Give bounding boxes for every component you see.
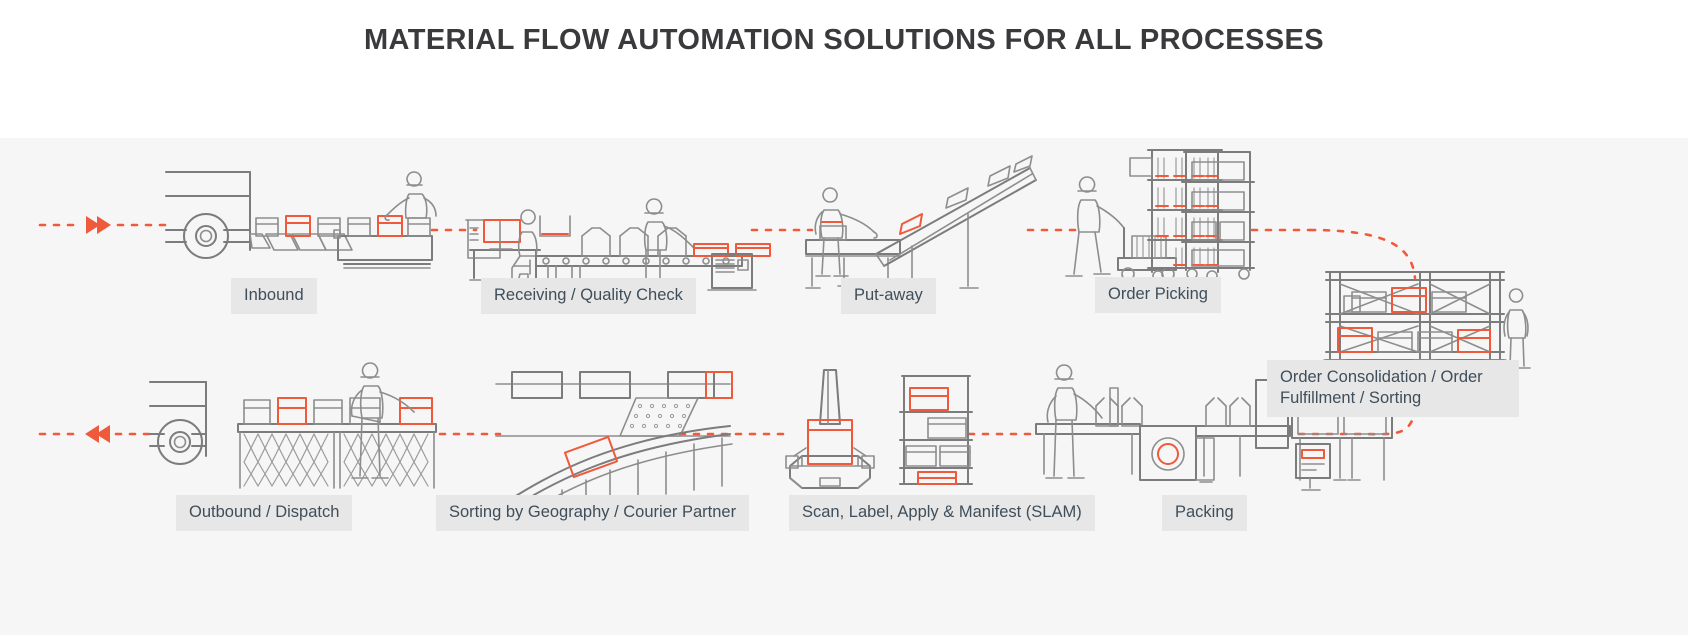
label-outbound: Outbound / Dispatch	[176, 495, 353, 531]
carton-highlight	[807, 419, 853, 465]
label-receiving: Receiving / Quality Check	[481, 278, 696, 314]
page-header: MATERIAL FLOW AUTOMATION SOLUTIONS FOR A…	[0, 0, 1688, 148]
diagram-panel: .ln{fill:none;stroke:#7c7c7c;stroke-widt…	[0, 138, 1688, 635]
box-highlight	[285, 215, 311, 237]
tote	[667, 371, 715, 399]
monitor-screen	[483, 219, 521, 250]
slam-illustration	[785, 369, 973, 489]
open-box	[619, 227, 649, 257]
tote-highlight	[909, 387, 949, 411]
tote	[927, 417, 967, 439]
open-box	[1121, 397, 1143, 427]
open-box	[1205, 397, 1227, 427]
worker-figure	[1503, 288, 1531, 369]
open-tote	[539, 215, 571, 237]
tote	[511, 371, 563, 399]
label-order-picking: Order Picking	[1095, 277, 1221, 313]
double-chevron-left-icon	[85, 425, 110, 443]
box	[987, 165, 1011, 187]
label-inbound: Inbound	[231, 278, 317, 314]
worker-figure	[384, 171, 437, 221]
page-title: MATERIAL FLOW AUTOMATION SOLUTIONS FOR A…	[363, 24, 1325, 56]
box	[1013, 155, 1033, 173]
worker-figure	[350, 362, 415, 479]
box	[407, 217, 431, 237]
box-highlight	[277, 397, 307, 425]
outbound-illustration	[149, 362, 437, 489]
label-packing: Packing	[1162, 495, 1247, 531]
receiving-illustration	[465, 198, 771, 291]
tote	[579, 371, 631, 399]
open-box	[1229, 397, 1251, 427]
open-box	[1095, 397, 1119, 427]
open-box	[657, 227, 687, 257]
double-chevron-right-icon	[86, 216, 111, 234]
label-slam: Scan, Label, Apply & Manifest (SLAM)	[789, 495, 1095, 531]
box	[349, 397, 381, 425]
pallet	[1431, 291, 1467, 313]
order-picking-illustration	[1065, 149, 1255, 282]
box-highlight	[399, 397, 433, 425]
box	[243, 399, 271, 425]
tote	[939, 445, 971, 467]
material-flow-diagram-page: MATERIAL FLOW AUTOMATION SOLUTIONS FOR A…	[0, 0, 1688, 635]
tote-highlight	[917, 471, 957, 485]
shelving-rack	[1129, 149, 1223, 282]
worker-figure	[1065, 176, 1125, 277]
open-box	[581, 227, 611, 257]
box-highlight	[377, 215, 403, 237]
tote	[905, 445, 937, 467]
shelving-unit	[899, 375, 973, 485]
label-putaway: Put-away	[841, 278, 936, 314]
box	[347, 217, 371, 237]
putaway-illustration	[805, 155, 1037, 289]
box	[313, 399, 343, 425]
inbound-illustration	[165, 171, 437, 269]
label-order-consolidation: Order Consolidation / Order Fulfillment …	[1267, 360, 1519, 417]
tote-highlight	[705, 371, 733, 399]
worker-figure	[1045, 364, 1103, 479]
order-consolidation-illustration	[1323, 271, 1531, 369]
label-sorting: Sorting by Geography / Courier Partner	[436, 495, 750, 531]
